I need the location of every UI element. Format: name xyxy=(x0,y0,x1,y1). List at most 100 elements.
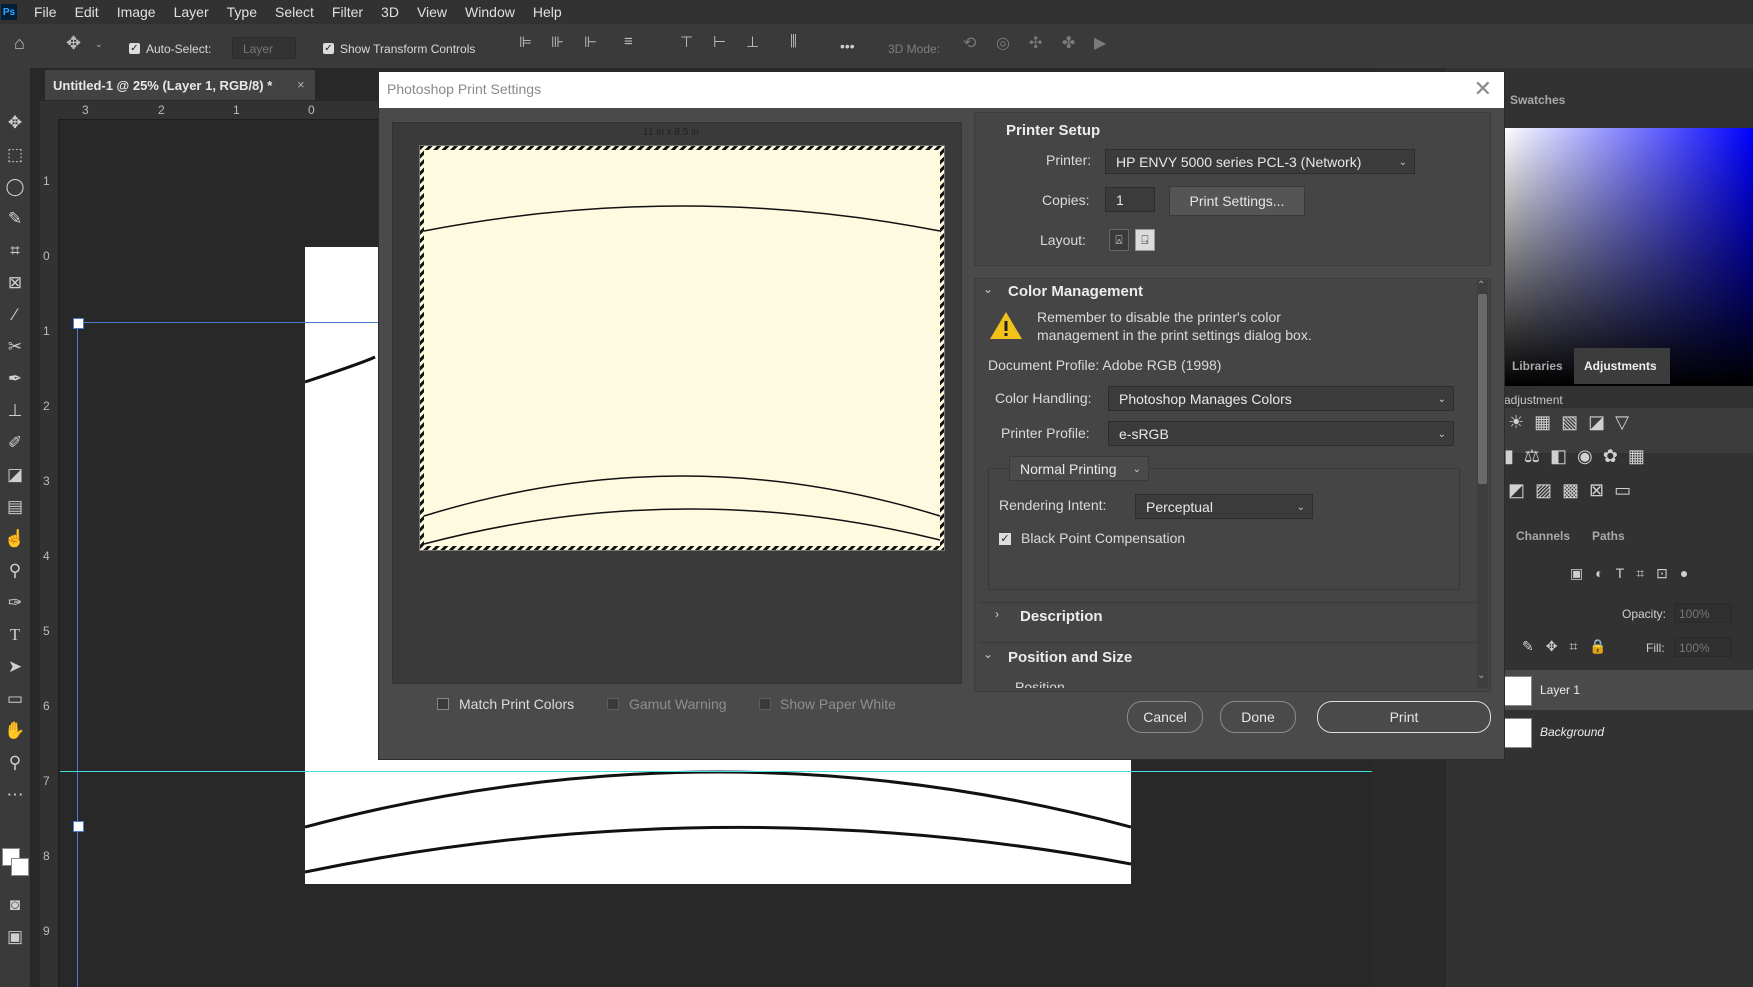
scrollbar-thumb[interactable] xyxy=(1478,294,1487,484)
menu-view[interactable]: View xyxy=(408,4,456,20)
quick-mask-icon[interactable]: ◙ xyxy=(4,894,26,916)
menu-select[interactable]: Select xyxy=(266,4,323,20)
brush-icon[interactable]: ✒ xyxy=(4,368,26,390)
menu-image[interactable]: Image xyxy=(108,4,165,20)
landscape-layout-icon[interactable]: ⍈ xyxy=(1135,229,1155,251)
eyedropper-icon[interactable]: ⁄ xyxy=(4,304,26,326)
preview-paper[interactable] xyxy=(419,145,945,551)
type-icon[interactable]: T xyxy=(4,624,26,646)
printer-dropdown[interactable]: HP ENVY 5000 series PCL-3 (Network) ⌄ xyxy=(1105,149,1415,174)
eraser-icon[interactable]: ◪ xyxy=(4,464,26,486)
portrait-layout-icon[interactable]: ⍓ xyxy=(1109,229,1129,251)
screen-mode-icon[interactable]: ▣ xyxy=(4,926,26,948)
rectangle-icon[interactable]: ▭ xyxy=(4,688,26,710)
more-tools-icon[interactable]: ⋯ xyxy=(4,784,26,806)
opacity-input[interactable]: 100% xyxy=(1674,603,1732,623)
show-transform-checkbox[interactable]: ✓ xyxy=(323,43,334,54)
copies-input[interactable]: 1 xyxy=(1105,187,1155,212)
libraries-tab[interactable]: Libraries xyxy=(1512,359,1563,373)
hand-icon[interactable]: ✋ xyxy=(4,720,26,742)
3d-slide-icon[interactable]: ✤ xyxy=(1062,33,1075,53)
quick-select-icon[interactable]: ✎ xyxy=(4,208,26,230)
black-point-compensation-checkbox[interactable]: ✓ xyxy=(999,533,1011,545)
close-icon[interactable]: × xyxy=(297,77,305,92)
description-heading[interactable]: Description xyxy=(1020,608,1103,625)
adjustments-tab[interactable]: Adjustments xyxy=(1584,359,1657,373)
adjustment-icons-row3[interactable]: ◩▨▩⊠▭ xyxy=(1508,480,1641,501)
menu-type[interactable]: Type xyxy=(218,4,266,20)
history-brush-icon[interactable]: ✐ xyxy=(4,432,26,454)
menu-file[interactable]: File xyxy=(25,4,66,20)
align-top-icon[interactable]: ⊤ xyxy=(680,33,693,51)
distribute-vertical-icon[interactable]: ⫼ xyxy=(790,33,797,50)
path-select-icon[interactable]: ➤ xyxy=(4,656,26,678)
move-tool-icon[interactable]: ✥ xyxy=(66,33,81,54)
3d-orbit-icon[interactable]: ⟲ xyxy=(963,33,976,53)
chevron-down-icon[interactable]: ⌄ xyxy=(983,647,993,661)
lasso-icon[interactable]: ◯ xyxy=(4,176,26,198)
transform-handle[interactable] xyxy=(73,318,84,329)
layer-filter-icons[interactable]: ▣◐T⌗⊡● xyxy=(1570,565,1700,582)
chevron-down-icon[interactable]: ⌄ xyxy=(983,282,993,296)
frame-icon[interactable]: ⊠ xyxy=(4,272,26,294)
menu-filter[interactable]: Filter xyxy=(323,4,372,20)
fill-input[interactable]: 100% xyxy=(1674,637,1732,657)
adjustment-icons-row1[interactable]: ☀▦▧◪▽ xyxy=(1508,412,1639,433)
chevron-down-icon[interactable]: ⌄ xyxy=(95,39,103,50)
menu-layer[interactable]: Layer xyxy=(165,4,218,20)
gradient-icon[interactable]: ▤ xyxy=(4,496,26,518)
align-bottom-icon[interactable]: ⊥ xyxy=(746,33,759,51)
3d-pan-icon[interactable]: ✣ xyxy=(1029,33,1042,53)
menu-help[interactable]: Help xyxy=(524,4,571,20)
match-print-colors-checkbox[interactable] xyxy=(437,698,449,710)
scroll-up-icon[interactable]: ⌃ xyxy=(1477,280,1485,291)
menu-edit[interactable]: Edit xyxy=(66,4,108,20)
marquee-icon[interactable]: ⬚ xyxy=(4,144,26,166)
menu-window[interactable]: Window xyxy=(456,4,524,20)
healing-icon[interactable]: ✂ xyxy=(4,336,26,358)
position-size-heading[interactable]: Position and Size xyxy=(1008,649,1132,666)
paths-tab[interactable]: Paths xyxy=(1592,529,1625,543)
layer-row-background[interactable]: Background xyxy=(1504,713,1753,753)
print-settings-button[interactable]: Print Settings... xyxy=(1169,186,1305,216)
color-handling-dropdown[interactable]: Photoshop Manages Colors ⌄ xyxy=(1108,386,1454,411)
close-icon[interactable]: ✕ xyxy=(1474,76,1492,102)
distribute-icon[interactable]: ≡ xyxy=(624,33,633,50)
show-paper-white-checkbox[interactable] xyxy=(759,698,771,710)
scroll-down-icon[interactable]: ⌄ xyxy=(1477,670,1485,681)
done-button[interactable]: Done xyxy=(1220,701,1296,733)
channels-tab[interactable]: Channels xyxy=(1516,529,1570,543)
align-left-icon[interactable]: ⊫ xyxy=(519,33,532,51)
stamp-icon[interactable]: ⊥ xyxy=(4,400,26,422)
printer-profile-dropdown[interactable]: e-sRGB ⌄ xyxy=(1108,421,1454,446)
align-middle-icon[interactable]: ⊢ xyxy=(713,33,726,51)
auto-select-checkbox[interactable]: ✓ xyxy=(129,43,140,54)
print-button[interactable]: Print xyxy=(1317,701,1491,733)
chevron-right-icon[interactable]: › xyxy=(995,607,999,621)
3d-roll-icon[interactable]: ◎ xyxy=(996,33,1010,53)
transform-handle[interactable] xyxy=(73,821,84,832)
align-center-icon[interactable]: ⊪ xyxy=(551,33,564,51)
align-right-icon[interactable]: ⊩ xyxy=(584,33,597,51)
move-icon[interactable]: ✥ xyxy=(4,112,26,134)
background-color-swatch[interactable] xyxy=(11,858,29,876)
adjustment-icons-row2[interactable]: ▮⚖◧◉✿▦ xyxy=(1504,446,1655,467)
auto-select-target-dropdown[interactable]: Layer xyxy=(232,37,296,59)
rendering-intent-dropdown[interactable]: Perceptual ⌄ xyxy=(1135,494,1313,519)
zoom-icon[interactable]: ⚲ xyxy=(4,752,26,774)
cancel-button[interactable]: Cancel xyxy=(1127,701,1203,733)
menu-3d[interactable]: 3D xyxy=(372,4,408,20)
dodge-icon[interactable]: ⚲ xyxy=(4,560,26,582)
swatches-tab[interactable]: Swatches xyxy=(1510,93,1565,107)
3d-camera-icon[interactable]: ▶ xyxy=(1094,33,1106,53)
layer-lock-icons[interactable]: ✎✥⌗🔒 xyxy=(1522,638,1619,655)
smudge-icon[interactable]: ☝ xyxy=(4,528,26,550)
more-options-icon[interactable]: ••• xyxy=(840,38,855,54)
printing-mode-dropdown[interactable]: Normal Printing ⌄ xyxy=(1009,456,1149,481)
crop-icon[interactable]: ⌗ xyxy=(4,240,26,262)
home-icon[interactable]: ⌂ xyxy=(14,33,25,54)
document-tab[interactable]: Untitled-1 @ 25% (Layer 1, RGB/8) * × xyxy=(45,70,315,100)
layer-row-layer1[interactable]: Layer 1 xyxy=(1504,670,1753,710)
pen-icon[interactable]: ✑ xyxy=(4,592,26,614)
gamut-warning-checkbox[interactable] xyxy=(607,698,619,710)
